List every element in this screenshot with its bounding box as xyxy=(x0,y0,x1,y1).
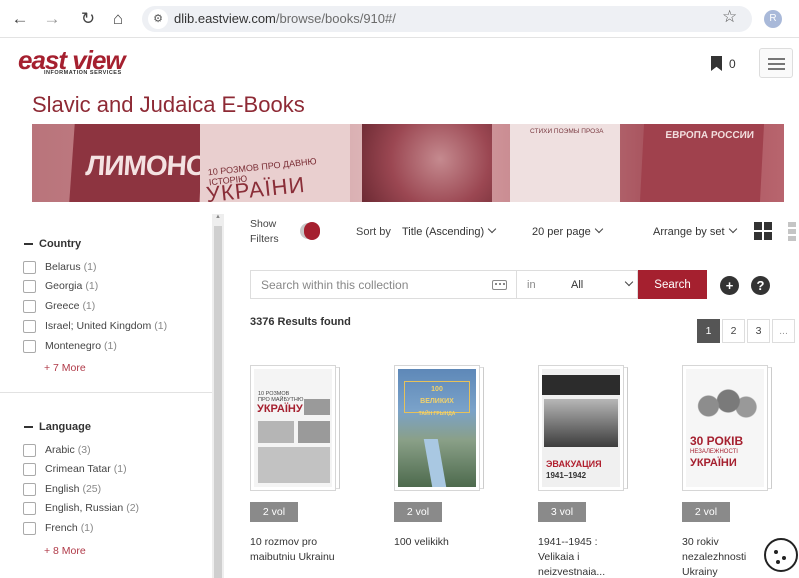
book-cover[interactable]: 30 РОКІВ НЕЗАЛЕЖНОСТІ УКРАЇНИ xyxy=(682,365,772,491)
checkbox[interactable] xyxy=(23,260,36,274)
grid-view-icon[interactable] xyxy=(754,222,773,241)
facet-item[interactable]: Montenegro (1) xyxy=(23,338,117,354)
volume-badge[interactable]: 2 vol xyxy=(682,502,730,522)
checkbox[interactable] xyxy=(23,299,36,313)
show-filters-toggle[interactable] xyxy=(300,222,320,240)
book-title-link[interactable]: 1941--1945 : Velikaia i neizvestnaia... xyxy=(538,535,634,578)
page-3[interactable]: 3 xyxy=(747,319,770,343)
site-settings-icon[interactable]: ⚙ xyxy=(148,9,168,29)
list-view-icon[interactable] xyxy=(788,222,796,241)
facet-item[interactable]: Israel; United Kingdom (1) xyxy=(23,318,167,334)
bookmark-count[interactable]: 0 xyxy=(729,57,736,71)
page-ellipsis[interactable]: ... xyxy=(772,319,795,343)
menu-line xyxy=(768,63,785,65)
banner-book-limonov: ЛИМОНОВ xyxy=(69,124,227,202)
banner-portrait xyxy=(362,124,492,202)
book-title-link[interactable]: 100 velikikh xyxy=(394,535,490,578)
checkbox[interactable] xyxy=(23,319,36,333)
bookmark-icon[interactable] xyxy=(711,56,722,71)
chevron-down-icon xyxy=(624,277,634,287)
toggle-knob xyxy=(304,222,320,240)
collection-search-input[interactable] xyxy=(250,270,516,299)
banner-book-europe: ЕВРОПА РОССИИ xyxy=(639,124,765,202)
page-2[interactable]: 2 xyxy=(722,319,745,343)
forward-arrow-icon[interactable]: → xyxy=(40,7,64,31)
checkbox[interactable] xyxy=(23,279,36,293)
cookie-settings-icon[interactable] xyxy=(764,538,798,572)
book-cover[interactable]: 10 РОЗМОВ ПРО МАЙБУТНЮ УКРАЇНУ xyxy=(250,365,340,491)
sort-label: Sort by xyxy=(356,226,391,238)
checkbox[interactable] xyxy=(23,482,36,496)
facet-country-header[interactable]: Country xyxy=(24,238,81,250)
scrollbar-thumb[interactable] xyxy=(214,226,222,578)
show-filters-label: Show Filters xyxy=(250,218,279,245)
volume-badge[interactable]: 2 vol xyxy=(250,502,298,522)
home-icon[interactable]: ⌂ xyxy=(106,7,130,31)
facet-item[interactable]: Greece (1) xyxy=(23,298,95,314)
checkbox[interactable] xyxy=(23,443,36,457)
country-more-link[interactable]: + 7 More xyxy=(44,362,86,374)
checkbox[interactable] xyxy=(23,462,36,476)
sidebar-divider xyxy=(0,392,212,393)
book-cover[interactable]: 100 ВЕЛИКИХ ТАЙН ГРЫНДА xyxy=(394,365,484,491)
facet-item[interactable]: English, Russian (2) xyxy=(23,500,139,516)
search-button[interactable]: Search xyxy=(638,270,707,299)
page-1[interactable]: 1 xyxy=(697,319,720,343)
volume-badge[interactable]: 2 vol xyxy=(394,502,442,522)
chevron-down-icon xyxy=(487,224,497,234)
back-arrow-icon[interactable]: ← xyxy=(8,7,32,31)
facet-item[interactable]: Belarus (1) xyxy=(23,259,96,275)
checkbox[interactable] xyxy=(23,501,36,515)
facet-item[interactable]: Georgia (1) xyxy=(23,278,98,294)
banner-book-ukraine: 10 РОЗМОВ ПРО ДАВНЮ ІСТОРІЮ УКРАЇНИ xyxy=(200,124,350,202)
menu-line xyxy=(768,68,785,70)
facet-language-header[interactable]: Language xyxy=(24,421,91,433)
bookmark-star-icon[interactable]: ☆ xyxy=(722,7,737,27)
chevron-down-icon xyxy=(728,224,737,234)
per-page-dropdown[interactable]: 20 per page xyxy=(532,224,603,238)
add-icon[interactable]: + xyxy=(720,276,739,295)
url-text: dlib.eastview.com/browse/books/910#/ xyxy=(174,11,396,26)
volume-badge[interactable]: 3 vol xyxy=(538,502,586,522)
browser-toolbar: ← → ↻ ⌂ ⚙ dlib.eastview.com/browse/books… xyxy=(0,0,799,38)
arrange-dropdown[interactable]: Arrange by set xyxy=(653,224,737,238)
hamburger-menu-button[interactable] xyxy=(759,48,793,78)
search-scope-select[interactable]: in All xyxy=(516,270,638,299)
language-more-link[interactable]: + 8 More xyxy=(44,545,86,557)
facet-item[interactable]: Crimean Tatar (1) xyxy=(23,461,127,477)
menu-line xyxy=(768,58,785,60)
sidebar-scrollbar[interactable]: ▲ xyxy=(212,214,224,578)
facet-item[interactable]: Arabic (3) xyxy=(23,442,91,458)
facet-item[interactable]: English (25) xyxy=(23,481,101,497)
sort-dropdown[interactable]: Title (Ascending) xyxy=(402,224,497,238)
collapse-icon xyxy=(24,426,33,428)
reload-icon[interactable]: ↻ xyxy=(76,7,100,31)
results-count: 3376 Results found xyxy=(250,316,351,328)
east-view-logo[interactable]: east view INFORMATION SERVICES xyxy=(18,47,126,76)
checkbox[interactable] xyxy=(23,521,36,535)
collection-banner: ЛИМОНОВ 10 РОЗМОВ ПРО ДАВНЮ ІСТОРІЮ УКРА… xyxy=(32,124,784,202)
book-title-link[interactable]: 10 rozmov pro maibutniu Ukrainu xyxy=(250,535,346,578)
checkbox[interactable] xyxy=(23,339,36,353)
chevron-down-icon xyxy=(594,224,603,234)
address-bar[interactable]: ⚙ dlib.eastview.com/browse/books/910#/ xyxy=(142,6,752,32)
page-title: Slavic and Judaica E-Books xyxy=(32,92,305,117)
keyboard-icon[interactable] xyxy=(492,280,507,290)
help-icon[interactable]: ? xyxy=(751,276,770,295)
scroll-up-icon[interactable]: ▲ xyxy=(215,214,221,220)
facet-item[interactable]: French (1) xyxy=(23,520,94,536)
profile-avatar[interactable]: R xyxy=(764,10,782,28)
banner-book-poems: СТИХИ ПОЭМЫ ПРОЗА xyxy=(510,124,620,202)
book-cover[interactable]: ЭВАКУАЦИЯ 1941–1942 xyxy=(538,365,628,491)
collapse-icon xyxy=(24,243,33,245)
